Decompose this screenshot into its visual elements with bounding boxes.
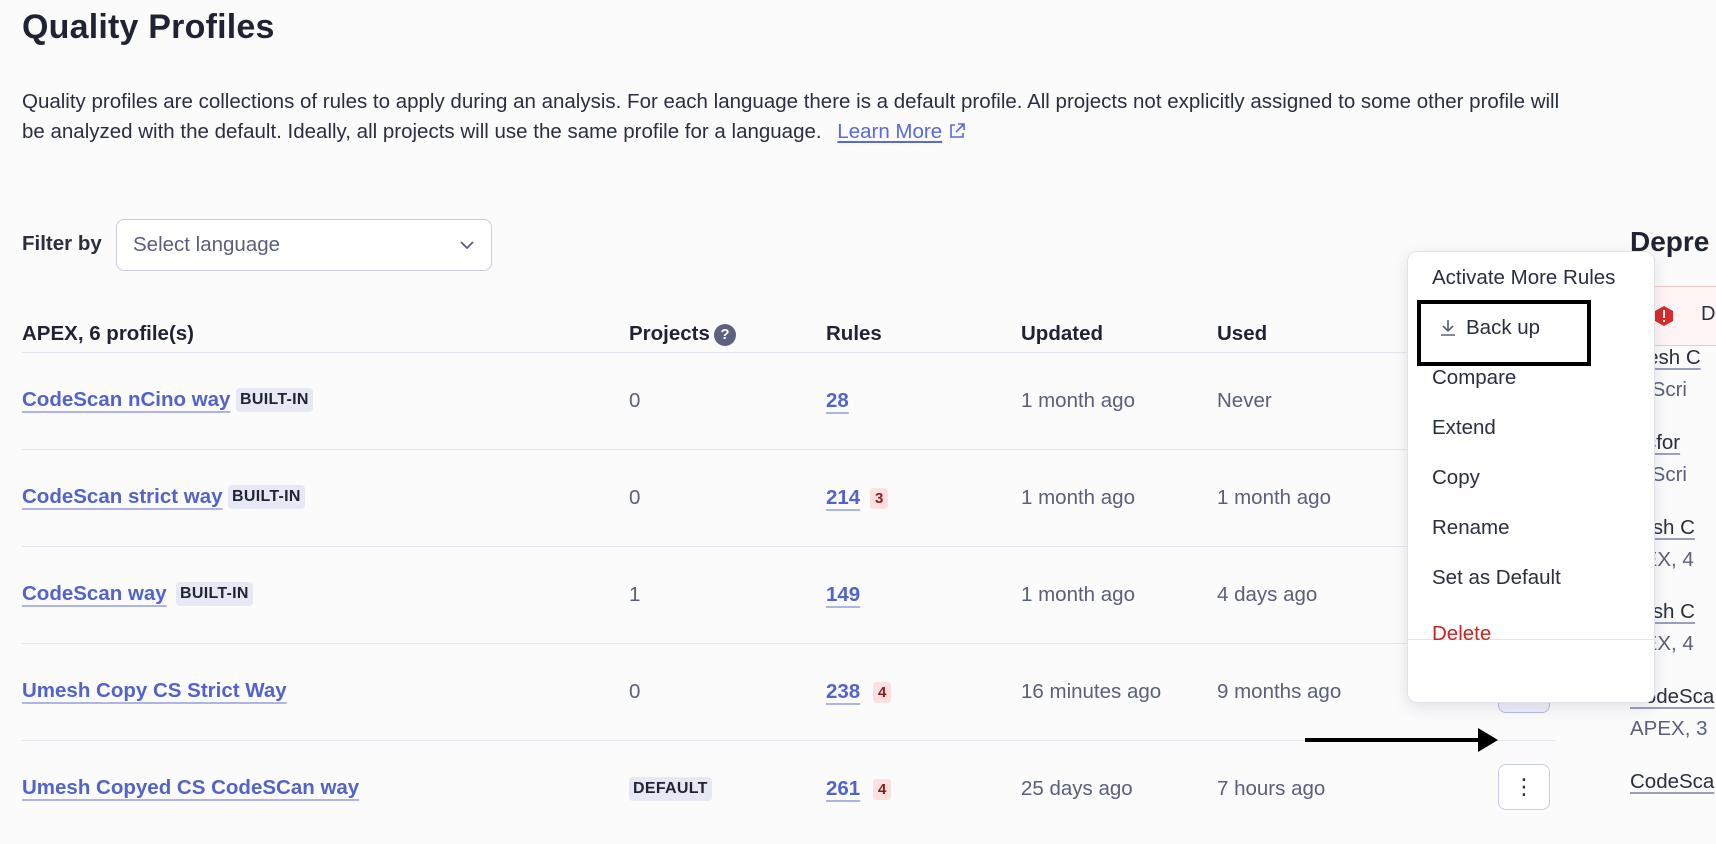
updated-text: 1 month ago [1021,486,1135,509]
language-select[interactable]: Select language [116,219,492,271]
menu-item-rename[interactable]: Rename [1432,516,1510,540]
used-text: 9 months ago [1217,680,1342,703]
projects-count: 0 [629,486,641,509]
rules-count-link[interactable]: 28 [826,389,849,413]
profile-name-link[interactable]: CodeScan way [22,582,167,606]
deprecated-rules-badge[interactable]: 4 [873,682,892,703]
external-link-icon [950,123,965,138]
menu-item-extend[interactable]: Extend [1432,416,1496,440]
help-icon[interactable]: ? [713,324,736,346]
menu-item-delete[interactable]: Delete [1432,622,1491,646]
kebab-icon: ⋮ [1513,774,1535,799]
menu-item-copy[interactable]: Copy [1432,466,1480,490]
divider [22,643,1556,644]
profile-name-link[interactable]: Umesh Copy CS Strict Way [22,679,287,703]
built-in-badge: BUILT-IN [228,485,305,509]
col-used-header: Used [1217,322,1268,345]
error-icon [1655,306,1673,326]
updated-text: 1 month ago [1021,583,1135,606]
profile-name-link[interactable]: CodeScan nCino way [22,388,230,412]
alert-text: D [1701,303,1716,325]
profile-name-link[interactable]: Umesh Copyed CS CodeSCan way [22,776,359,800]
page-title: Quality Profiles [22,8,275,46]
col-updated-header: Updated [1021,322,1103,345]
profile-name-link[interactable]: CodeScan strict way [22,485,223,509]
divider [22,449,1556,450]
filter-label: Filter by [22,232,102,255]
deprecated-rules-badge[interactable]: 3 [870,488,889,509]
menu-item-compare[interactable]: Compare [1432,366,1516,390]
used-text: 1 month ago [1217,486,1331,509]
col-rules-header: Rules [826,322,882,345]
rules-count-link[interactable]: 261 [826,777,860,801]
page-description: Quality profiles are collections of rule… [22,90,1560,143]
annotation-highlight-box [1417,300,1591,366]
built-in-badge: BUILT-IN [236,388,313,412]
divider [22,352,1556,353]
projects-count: 0 [629,680,641,703]
rules-count-link[interactable]: 214 [826,486,860,510]
used-text: 7 hours ago [1217,777,1326,800]
chevron-down-icon [460,241,474,250]
rules-count-link[interactable]: 149 [826,583,860,607]
annotation-arrow [1305,738,1490,742]
annotation-arrow-head [1478,728,1498,752]
updated-text: 16 minutes ago [1021,680,1162,703]
language-select-placeholder: Select language [133,233,281,256]
learn-more-link[interactable]: Learn More [837,120,966,143]
updated-text: 1 month ago [1021,389,1135,412]
projects-count: 1 [629,583,641,606]
rules-count-link[interactable]: 238 [826,680,860,704]
deprecated-rules-badge[interactable]: 4 [873,779,892,800]
used-text: 4 days ago [1217,583,1318,606]
col-projects-header: Projects? [629,322,736,346]
group-title: APEX, 6 profile(s) [22,322,195,345]
menu-item-set-as-default[interactable]: Set as Default [1432,566,1561,590]
default-badge: DEFAULT [629,777,712,801]
used-text: Never [1217,389,1272,412]
updated-text: 25 days ago [1021,777,1133,800]
divider [22,546,1556,547]
projects-count: 0 [629,389,641,412]
row-actions-button[interactable]: ⋮ [1498,764,1550,810]
deprecated-profile-language: APEX, 3 [1630,717,1708,740]
built-in-badge: BUILT-IN [176,582,253,606]
menu-item-activate-more-rules[interactable]: Activate More Rules [1432,266,1615,290]
deprecated-profile-link[interactable]: CodeSca [1630,770,1714,794]
